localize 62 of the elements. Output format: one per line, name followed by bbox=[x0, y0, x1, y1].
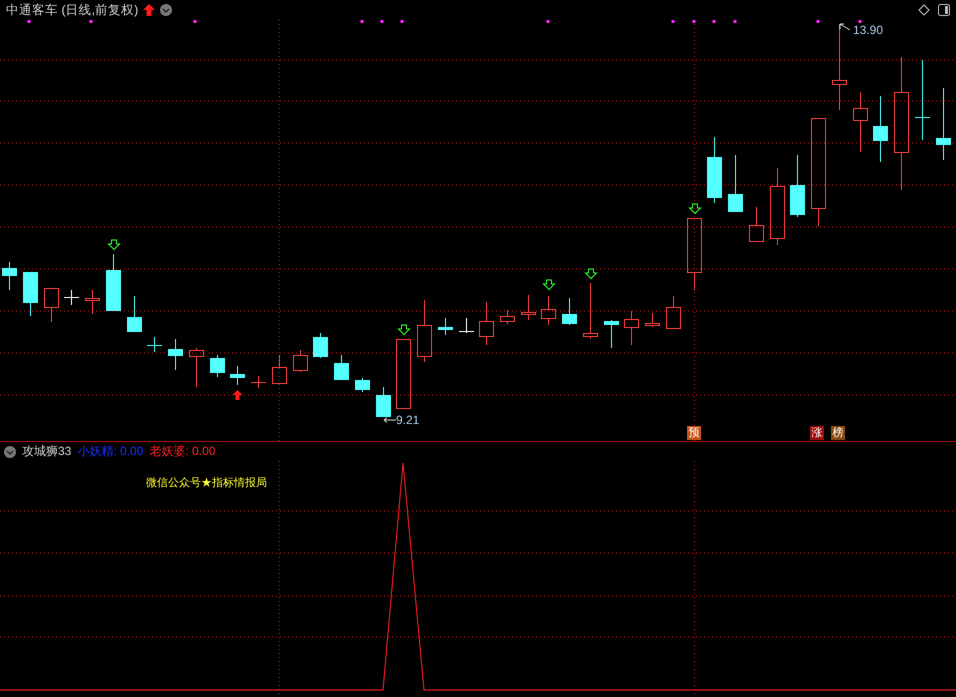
candlestick bbox=[521, 294, 536, 320]
candlestick bbox=[23, 272, 38, 316]
candlestick bbox=[168, 338, 183, 370]
candlestick bbox=[44, 288, 59, 322]
candlestick bbox=[666, 296, 681, 330]
candlestick bbox=[562, 298, 577, 326]
candlestick bbox=[728, 154, 743, 212]
candlestick bbox=[790, 154, 805, 218]
down-arrow-icon bbox=[584, 268, 598, 280]
candlestick bbox=[500, 310, 515, 324]
candlestick bbox=[624, 310, 639, 346]
candlestick bbox=[293, 350, 308, 372]
panel-toggle-icon[interactable] bbox=[938, 4, 950, 16]
down-arrow-icon bbox=[688, 204, 702, 214]
candlestick bbox=[479, 302, 494, 346]
candlestick bbox=[438, 318, 453, 336]
candlestick bbox=[250, 376, 266, 388]
candlestick bbox=[853, 92, 868, 152]
candlestick bbox=[396, 338, 411, 410]
down-arrow-icon bbox=[397, 324, 411, 336]
high-price-label: 13.90 bbox=[853, 23, 884, 37]
chart-title: 中通客车 (日线,前复权) bbox=[6, 2, 138, 18]
chevron-down-icon[interactable] bbox=[160, 4, 172, 16]
candlestick bbox=[210, 354, 225, 378]
indicator-value: 小妖精: 0.00 bbox=[77, 443, 144, 460]
candlestick bbox=[707, 136, 722, 204]
candlestick bbox=[334, 354, 349, 380]
signal-badge: 榜 bbox=[831, 426, 845, 440]
indicator-name: 攻城狮33 bbox=[22, 443, 72, 460]
signal-badge: 涨 bbox=[810, 426, 824, 440]
price-pointer-icon bbox=[840, 24, 850, 30]
candlestick bbox=[604, 320, 619, 348]
candlestick bbox=[355, 378, 370, 392]
down-arrow-icon bbox=[542, 280, 556, 290]
candlestick bbox=[85, 290, 100, 314]
candlestick bbox=[230, 366, 245, 386]
candlestick bbox=[272, 354, 287, 384]
candlestick bbox=[189, 348, 204, 388]
chevron-down-icon[interactable] bbox=[4, 446, 16, 458]
candlestick bbox=[583, 282, 598, 340]
up-arrow-icon bbox=[232, 390, 242, 400]
price-pointer-icon bbox=[384, 417, 396, 423]
candlestick bbox=[2, 262, 17, 290]
signal-badge: 预 bbox=[687, 426, 701, 440]
candlestick bbox=[313, 332, 328, 358]
candlestick bbox=[645, 312, 660, 328]
up-arrow-icon bbox=[143, 4, 156, 16]
candlestick bbox=[146, 336, 162, 352]
candlestick bbox=[541, 296, 556, 326]
candlestick bbox=[458, 318, 474, 334]
candlestick bbox=[127, 296, 142, 332]
candlestick bbox=[749, 206, 764, 242]
down-arrow-icon bbox=[107, 240, 121, 250]
candlestick bbox=[106, 254, 121, 312]
candlestick bbox=[417, 300, 432, 362]
diamond-icon[interactable] bbox=[918, 4, 930, 16]
candlestick bbox=[376, 386, 391, 418]
candlestick bbox=[873, 96, 888, 162]
indicator-value: 老妖婆: 0.00 bbox=[149, 443, 216, 460]
candlestick bbox=[64, 290, 80, 306]
indicator-note: 微信公众号★指标情报局 bbox=[146, 476, 267, 490]
low-price-label: 9.21 bbox=[396, 413, 420, 427]
